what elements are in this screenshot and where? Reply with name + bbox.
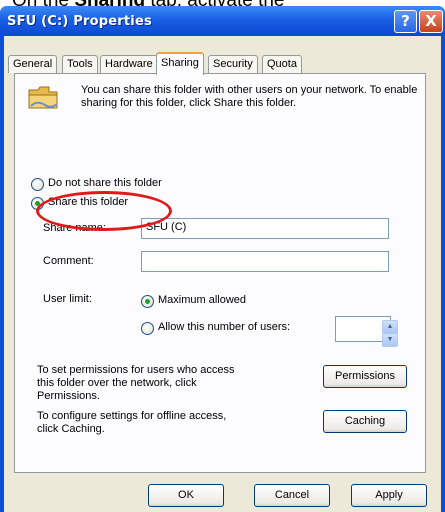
caching-text: To configure settings for offline access…	[37, 410, 227, 435]
caching-button[interactable]: Caching	[323, 410, 407, 433]
spin-up-icon[interactable]: ▲	[382, 320, 398, 334]
maximum-allowed-label[interactable]: Maximum allowed	[158, 294, 246, 306]
comment-label: Comment:	[43, 255, 94, 267]
shared-folder-icon	[28, 86, 58, 109]
user-count-spinner[interactable]: ▲ ▼	[382, 320, 398, 347]
title-bar[interactable]: SFU (C:) Properties ? X	[0, 6, 445, 36]
help-button[interactable]: ?	[394, 10, 417, 33]
share-folder-radio[interactable]	[31, 197, 44, 210]
maximum-allowed-radio[interactable]	[141, 295, 154, 308]
share-folder-label[interactable]: Share this folder	[48, 196, 128, 208]
spin-down-icon[interactable]: ▼	[382, 333, 398, 347]
tab-general[interactable]: General	[8, 55, 58, 73]
dialog-client-area: General Tools Hardware Sharing Security …	[4, 36, 441, 512]
do-not-share-label[interactable]: Do not share this folder	[48, 177, 162, 189]
tab-security[interactable]: Security	[208, 55, 258, 73]
permissions-text: To set permissions for users who access …	[37, 364, 235, 402]
tab-tools[interactable]: Tools	[62, 55, 98, 73]
allow-number-label[interactable]: Allow this number of users:	[158, 321, 290, 333]
allow-number-radio[interactable]	[141, 322, 154, 335]
window-title: SFU (C:) Properties	[7, 14, 152, 29]
sharing-tab-panel: You can share this folder with other use…	[14, 73, 426, 473]
close-button[interactable]: X	[419, 10, 443, 33]
properties-dialog: SFU (C:) Properties ? X General Tools Ha…	[0, 6, 445, 512]
share-name-field[interactable]: SFU (C)	[141, 218, 389, 239]
ok-button[interactable]: OK	[148, 484, 224, 507]
user-limit-label: User limit:	[43, 293, 92, 305]
apply-button[interactable]: Apply	[351, 484, 427, 507]
share-name-label: Share name:	[43, 222, 106, 234]
tab-hardware[interactable]: Hardware	[100, 55, 158, 73]
cancel-button[interactable]: Cancel	[254, 484, 330, 507]
do-not-share-radio[interactable]	[31, 178, 44, 191]
sharing-info-text: You can share this folder with other use…	[81, 84, 418, 109]
comment-field[interactable]	[141, 251, 389, 272]
tab-quota[interactable]: Quota	[262, 55, 302, 73]
permissions-button[interactable]: Permissions	[323, 365, 407, 388]
tab-sharing[interactable]: Sharing	[156, 52, 204, 75]
